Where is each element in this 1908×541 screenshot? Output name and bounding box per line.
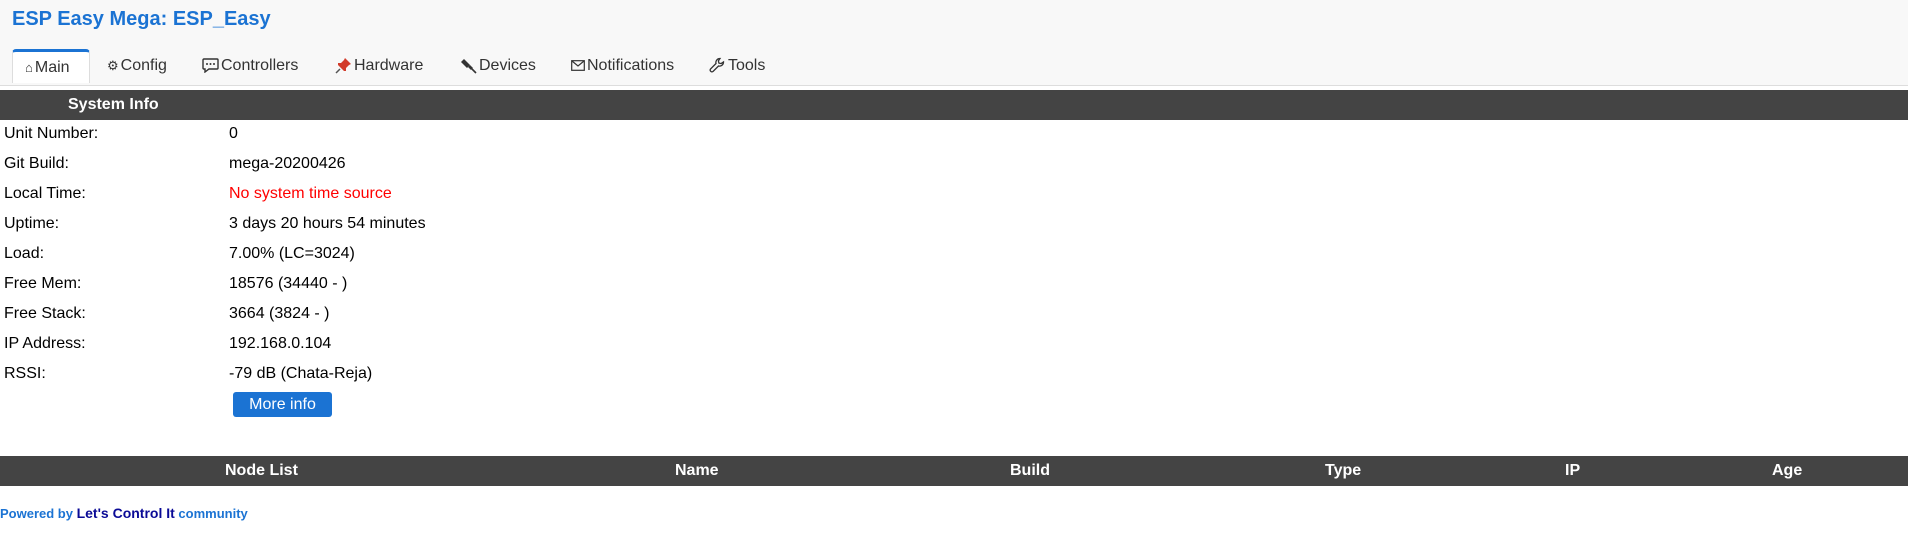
chat-bubble-icon [202, 57, 221, 75]
tab-hardware[interactable]: Hardware [335, 48, 423, 84]
tab-controllers-label: Controllers [221, 57, 299, 74]
gear-icon: ⚙ [107, 58, 119, 73]
info-row-uptime: Uptime: 3 days 20 hours 54 minutes [0, 210, 1908, 240]
tab-bar: ⌂ Main ⚙ Config Controllers Hardware Devic… [0, 48, 1908, 86]
info-value: 18576 (34440 - ) [229, 275, 348, 292]
footer-prefix: Powered by [0, 506, 77, 521]
info-row-ip-address: IP Address: 192.168.0.104 [0, 330, 1908, 360]
pushpin-icon [335, 57, 354, 75]
info-label: Git Build: [4, 155, 69, 172]
tab-tools-label: Tools [728, 57, 766, 74]
info-row-free-mem: Free Mem: 18576 (34440 - ) [0, 270, 1908, 300]
info-value-warning: No system time source [229, 185, 392, 202]
info-label: Load: [4, 245, 45, 262]
system-info-header: System Info [0, 90, 1908, 120]
info-value: 192.168.0.104 [229, 335, 332, 352]
tab-main-label: Main [34, 58, 70, 76]
wrench-icon [709, 57, 728, 75]
app-title: ESP Easy Mega: ESP_Easy [12, 8, 271, 30]
info-label: Local Time: [4, 185, 86, 202]
tab-controllers[interactable]: Controllers [202, 48, 298, 84]
ip-column-header: IP [1565, 462, 1581, 479]
node-list-header: Node List Name Build Type IP Age [0, 456, 1908, 486]
lets-control-it-link[interactable]: Let's Control It [77, 505, 175, 521]
type-column-header: Type [1325, 462, 1362, 479]
info-row-git-build: Git Build: mega-20200426 [0, 150, 1908, 180]
info-row-free-stack: Free Stack: 3664 (3824 - ) [0, 300, 1908, 330]
info-value: 0 [229, 125, 238, 142]
footer: Powered by Let's Control It community [0, 505, 248, 521]
node-list-column-header: Node List [225, 462, 298, 479]
tab-config-label: Config [120, 57, 167, 74]
build-column-header: Build [1010, 462, 1050, 479]
app-header: ESP Easy Mega: ESP_Easy [0, 0, 1908, 48]
info-row-local-time: Local Time: No system time source [0, 180, 1908, 210]
tab-config[interactable]: ⚙ Config [107, 48, 167, 84]
info-value: 3664 (3824 - ) [229, 305, 330, 322]
age-column-header: Age [1772, 462, 1803, 479]
tab-notifications-label: Notifications [587, 57, 675, 74]
tab-notifications[interactable]: Notifications [571, 48, 674, 84]
tab-tools[interactable]: Tools [709, 48, 765, 84]
more-info-button[interactable]: More info [233, 392, 332, 417]
info-label: Free Stack: [4, 305, 86, 322]
info-value: mega-20200426 [229, 155, 346, 172]
tab-hardware-label: Hardware [354, 57, 424, 74]
info-label: IP Address: [4, 335, 86, 352]
info-value: 3 days 20 hours 54 minutes [229, 215, 426, 232]
info-value: -79 dB (Chata-Reja) [229, 365, 373, 382]
info-label: RSSI: [4, 365, 46, 382]
name-column-header: Name [675, 462, 719, 479]
tab-devices[interactable]: Devices [461, 48, 536, 84]
tab-main[interactable]: ⌂ Main [12, 49, 90, 83]
envelope-icon [571, 57, 587, 75]
system-info-heading: System Info [68, 96, 159, 113]
footer-suffix: community [174, 506, 248, 521]
home-icon: ⌂ [25, 60, 33, 75]
info-label: Free Mem: [4, 275, 82, 292]
tab-devices-label: Devices [479, 57, 536, 74]
info-label: Unit Number: [4, 125, 99, 142]
plug-icon [461, 57, 479, 75]
info-label: Uptime: [4, 215, 60, 232]
info-row-rssi: RSSI: -79 dB (Chata-Reja) [0, 360, 1908, 390]
info-value: 7.00% (LC=3024) [229, 245, 355, 262]
info-row-load: Load: 7.00% (LC=3024) [0, 240, 1908, 270]
info-row-unit-number: Unit Number: 0 [0, 120, 1908, 150]
